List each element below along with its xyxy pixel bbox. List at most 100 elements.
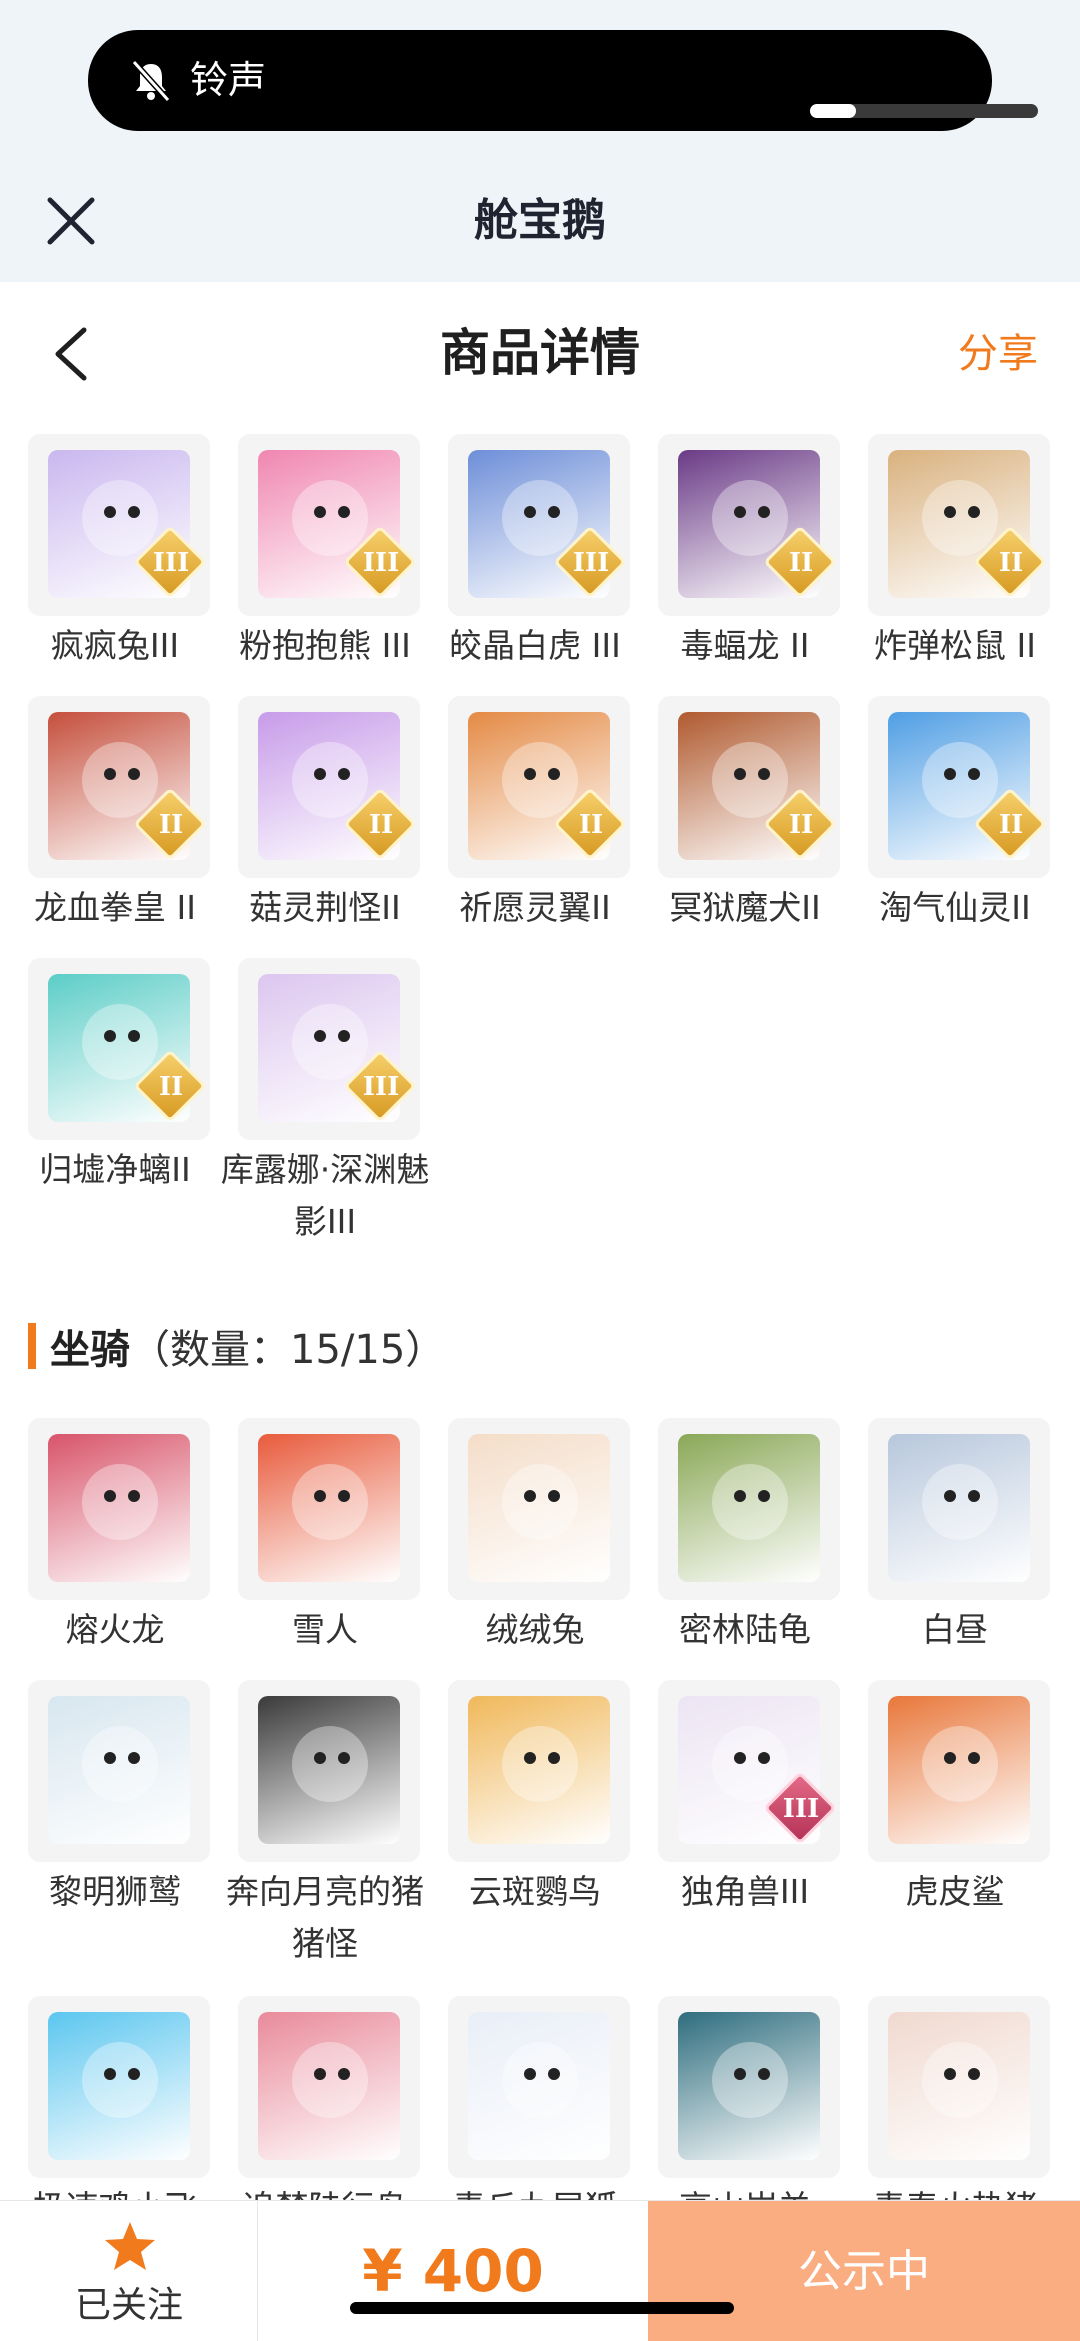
art-eye [968, 506, 980, 518]
art-eye [314, 1490, 326, 1502]
item-name: 归墟净螭II [39, 1150, 191, 1189]
item-art [678, 1434, 820, 1582]
art-eye [314, 768, 326, 780]
bottom-action-bar: 已关注 ¥ 400 公示中 [0, 2200, 1080, 2341]
art-eye [548, 2068, 560, 2080]
tier-badge-text: III [152, 548, 190, 578]
item-art [258, 2012, 400, 2160]
art-eye [314, 2068, 326, 2080]
tier-badge-text: III [782, 1794, 820, 1824]
item-art [678, 2012, 820, 2160]
tier-badge-text: II [158, 810, 184, 840]
item-name: 黎明狮鹫 [49, 1872, 181, 1911]
item-name: 疯疯兔III [50, 626, 180, 665]
art-eye [548, 506, 560, 518]
item-name: 炸弹松鼠 II [874, 626, 1036, 665]
art-head [292, 1464, 368, 1540]
art-eye [734, 1490, 746, 1502]
tier-badge-text: II [368, 810, 394, 840]
item-art [468, 1434, 610, 1582]
item-thumbnail [28, 1680, 210, 1862]
item-art [258, 1434, 400, 1582]
art-eye [128, 506, 140, 518]
item-name: 皎晶白虎 III [449, 626, 621, 665]
art-eye [128, 2068, 140, 2080]
item-art [258, 1696, 400, 1844]
ringer-label: 铃声 [190, 58, 267, 102]
tier-badge-text: II [998, 548, 1024, 578]
item-thumbnail [868, 1418, 1050, 1600]
volume-fill [810, 104, 856, 118]
art-eye [968, 1490, 980, 1502]
item-art [888, 1696, 1030, 1844]
art-eye [314, 1030, 326, 1042]
app-title: 舱宝鹅 [474, 195, 606, 246]
item-art [48, 1434, 190, 1582]
art-eye [104, 2068, 116, 2080]
item-thumbnail: II [658, 434, 840, 616]
item-thumbnail [658, 1996, 840, 2178]
tier-badge-text: II [788, 548, 814, 578]
art-eye [758, 768, 770, 780]
art-eye [944, 506, 956, 518]
item-thumbnail: II [448, 696, 630, 878]
item-name: 库露娜·深渊魅影III [220, 1150, 430, 1241]
price: ¥ 400 [362, 2237, 544, 2305]
art-head [82, 1726, 158, 1802]
art-eye [338, 2068, 350, 2080]
volume-bar [810, 104, 1038, 118]
item-name: 虎皮鲨 [905, 1872, 1005, 1911]
item-thumbnail [868, 1996, 1050, 2178]
art-head [292, 2042, 368, 2118]
item-thumbnail [238, 1996, 420, 2178]
art-eye [338, 1490, 350, 1502]
art-eye [128, 1752, 140, 1764]
art-eye [548, 768, 560, 780]
art-eye [338, 1030, 350, 1042]
art-eye [524, 2068, 536, 2080]
art-head [82, 2042, 158, 2118]
ringer-indicator: 铃声 [88, 30, 1038, 131]
art-eye [104, 506, 116, 518]
tier-badge-text: II [788, 810, 814, 840]
item-art [888, 2012, 1030, 2160]
tier-badge-text: II [158, 1072, 184, 1102]
item-thumbnail: III [448, 434, 630, 616]
item-thumbnail [448, 1418, 630, 1600]
art-eye [734, 2068, 746, 2080]
art-eye [968, 2068, 980, 2080]
follow-button[interactable]: 已关注 [0, 2201, 258, 2341]
item-thumbnail: III [238, 434, 420, 616]
art-eye [734, 506, 746, 518]
item-thumbnail: III [28, 434, 210, 616]
art-eye [128, 1490, 140, 1502]
page-title: 商品详情 [440, 324, 640, 382]
art-eye [968, 1752, 980, 1764]
art-eye [548, 1752, 560, 1764]
art-eye [338, 768, 350, 780]
section-count: （数量：15/15） [130, 1327, 446, 1373]
tier-badge-text: III [572, 548, 610, 578]
item-art [468, 2012, 610, 2160]
item-thumbnail [868, 1680, 1050, 1862]
art-eye [548, 1490, 560, 1502]
art-eye [758, 506, 770, 518]
art-head [82, 1464, 158, 1540]
art-eye [104, 1752, 116, 1764]
art-eye [104, 1030, 116, 1042]
art-head [502, 1726, 578, 1802]
item-name: 绒绒兔 [485, 1610, 585, 1649]
item-thumbnail: II [28, 958, 210, 1140]
item-name: 独角兽III [680, 1872, 810, 1911]
item-thumbnail [238, 1680, 420, 1862]
art-head [922, 2042, 998, 2118]
share-button[interactable]: 分享 [958, 324, 1038, 384]
art-eye [734, 1752, 746, 1764]
status-button[interactable]: 公示中 [648, 2201, 1080, 2341]
tier-badge-text: III [362, 548, 400, 578]
art-eye [524, 768, 536, 780]
top-area: 铃声 舱宝鹅 [0, 0, 1080, 282]
item-name: 白昼 [922, 1610, 988, 1649]
item-thumbnail [28, 1996, 210, 2178]
art-eye [758, 2068, 770, 2080]
